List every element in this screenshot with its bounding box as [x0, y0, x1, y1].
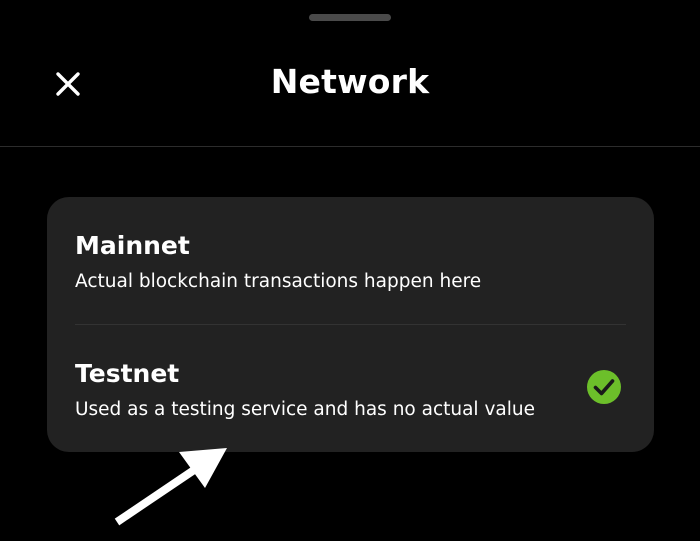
drag-handle[interactable] [309, 14, 391, 21]
option-description: Actual blockchain transactions happen he… [75, 271, 482, 292]
network-options-card: Mainnet Actual blockchain transactions h… [47, 197, 654, 452]
header-divider [0, 146, 700, 147]
option-title: Mainnet [75, 231, 190, 260]
option-title: Testnet [75, 359, 180, 388]
network-option-testnet[interactable]: Testnet Used as a testing service and ha… [47, 325, 654, 452]
check-circle-icon [587, 370, 621, 404]
network-option-mainnet[interactable]: Mainnet Actual blockchain transactions h… [47, 197, 654, 324]
option-description: Used as a testing service and has no act… [75, 399, 535, 420]
page-title: Network [270, 62, 430, 101]
arrow-icon [114, 448, 227, 526]
